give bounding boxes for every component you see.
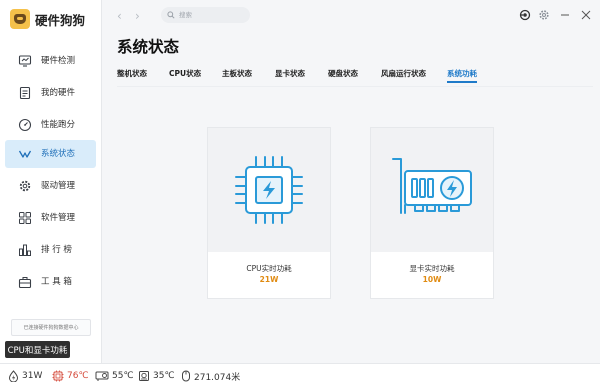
mouse-icon (182, 370, 190, 382)
skin-icon[interactable] (519, 9, 531, 21)
cpu-power-label: CPU实时功耗 (246, 264, 292, 273)
gpu-power-value: 10W (422, 275, 442, 284)
search-box[interactable] (161, 7, 250, 23)
toolbox-icon (18, 277, 32, 289)
forward-arrow-icon[interactable]: › (135, 9, 145, 23)
status-mouse-distance[interactable]: 271.074米 (181, 369, 240, 383)
system-status-icon (18, 150, 32, 158)
dog-logo-icon (10, 9, 30, 29)
ranking-icon (19, 244, 31, 256)
hardware-check-icon (18, 55, 32, 67)
sidebar-item-label: 系统状态 (41, 149, 76, 159)
sidebar-item-hardware-check[interactable]: 硬件检测 (5, 47, 96, 75)
tab-fan-status[interactable]: 风扇运行状态 (381, 68, 426, 80)
sidebar-item-label: 软件管理 (41, 213, 76, 223)
page-title: 系统状态 (117, 38, 180, 56)
status-disk-temp[interactable]: 35℃ (138, 369, 175, 383)
cpu-chip-icon (235, 156, 303, 224)
status-gpu-temp-value: 55℃ (112, 371, 134, 381)
sidebar-item-driver[interactable]: 驱动管理 (5, 172, 96, 200)
sidebar-item-benchmark[interactable]: 性能跑分 (5, 111, 96, 139)
cpu-temp-icon (52, 370, 64, 382)
data-center-status[interactable]: 已连接硬件狗狗数据中心 (11, 319, 91, 336)
graphics-card-icon (392, 158, 472, 214)
driver-gear-icon (19, 180, 31, 192)
back-arrow-icon[interactable]: ‹ (117, 9, 127, 23)
status-cpu-temp[interactable]: 76℃ (52, 369, 89, 383)
search-icon (167, 11, 175, 19)
gpu-power-card: 显卡实时功耗 10W (370, 127, 494, 299)
settings-gear-icon[interactable] (538, 9, 550, 21)
gpu-temp-icon (95, 371, 109, 381)
benchmark-icon (18, 118, 32, 132)
sidebar-item-my-hardware[interactable]: 我的硬件 (5, 79, 96, 107)
my-hardware-icon (19, 86, 31, 100)
gpu-power-label: 显卡实时功耗 (409, 264, 455, 273)
cpu-power-value: 21W (259, 275, 279, 284)
software-icon (19, 212, 31, 224)
power-drop-icon (8, 370, 19, 382)
sidebar-item-toolbox[interactable]: 工 具 箱 (5, 268, 96, 296)
minimize-icon[interactable] (559, 9, 571, 21)
sidebar-item-label: 我的硬件 (41, 88, 76, 98)
sidebar-item-label: 驱动管理 (41, 181, 76, 191)
sidebar-item-ranking[interactable]: 排 行 榜 (5, 236, 96, 264)
sidebar-item-software[interactable]: 软件管理 (5, 204, 96, 232)
status-bar: 31W 76℃ 55℃ 35℃ 271.074米 (0, 363, 600, 387)
app-logo: 硬件狗狗 (10, 8, 85, 30)
gpu-card-image (371, 128, 493, 252)
sidebar-item-label: 排 行 榜 (41, 245, 72, 255)
sidebar-item-label: 性能跑分 (41, 120, 76, 130)
status-disk-temp-value: 35℃ (153, 371, 175, 381)
sidebar-item-system-status[interactable]: 系统状态 (5, 140, 96, 168)
tab-overall-status[interactable]: 整机状态 (117, 68, 147, 80)
sidebar-item-label: 工 具 箱 (41, 277, 72, 287)
close-icon[interactable] (580, 9, 592, 21)
status-cpu-temp-value: 76℃ (67, 371, 89, 381)
tab-cpu-status[interactable]: CPU状态 (169, 68, 201, 80)
disk-temp-icon (139, 371, 149, 381)
tab-gpu-status[interactable]: 显卡状态 (275, 68, 305, 80)
sidebar-item-label: 硬件检测 (41, 56, 76, 66)
status-mouse-distance-value: 271.074米 (194, 372, 241, 383)
cpu-card-image (208, 128, 330, 252)
tab-system-power[interactable]: 系统功耗 (447, 68, 477, 83)
status-total-power[interactable]: 31W (8, 369, 42, 383)
tab-divider (117, 86, 593, 87)
status-power-value: 31W (22, 371, 43, 381)
search-input[interactable] (179, 11, 249, 19)
tab-disk-status[interactable]: 硬盘状态 (328, 68, 358, 80)
sidebar: 硬件狗狗 硬件检测 我的硬件 性能跑分 系统状态 驱动管理 软件管理 排 行 榜… (0, 0, 102, 363)
cpu-power-card: CPU实时功耗 21W (207, 127, 331, 299)
status-gpu-temp[interactable]: 55℃ (95, 369, 134, 383)
app-title: 硬件狗狗 (35, 12, 86, 28)
tab-motherboard-status[interactable]: 主板状态 (222, 68, 252, 80)
power-tooltip: CPU和显卡功耗 (5, 341, 70, 358)
